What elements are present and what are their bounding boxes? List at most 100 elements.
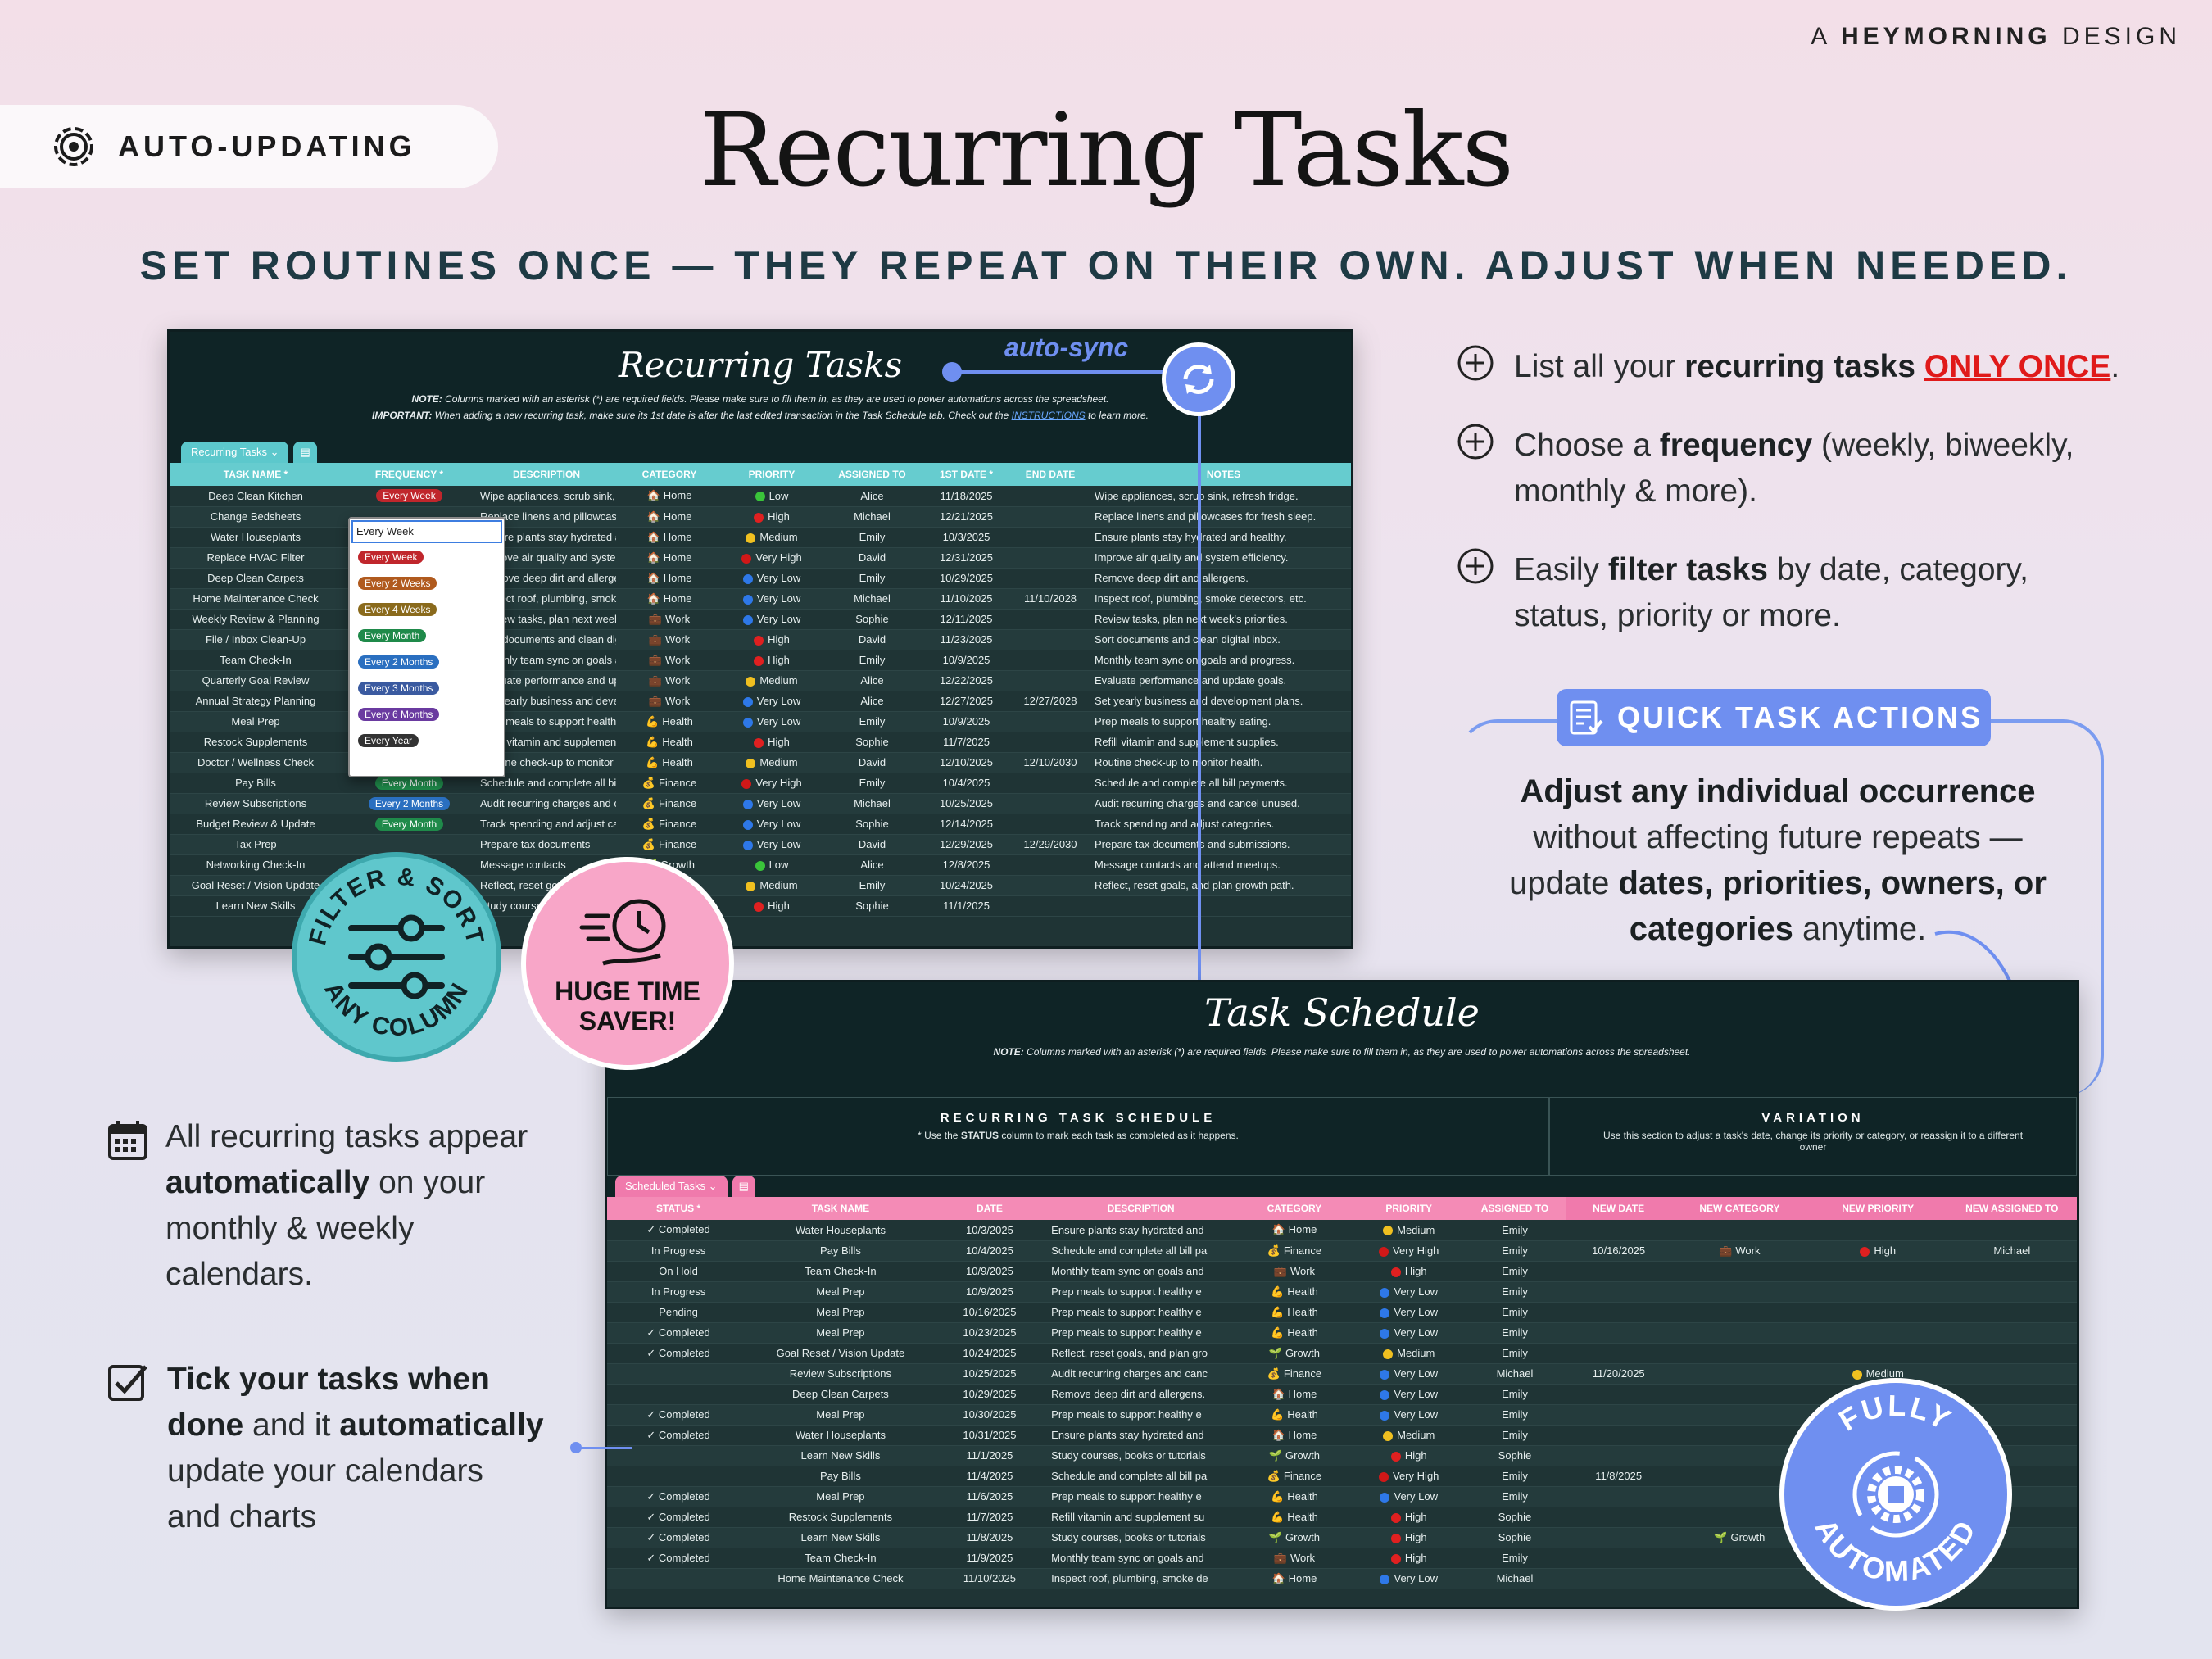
task-name-cell[interactable]: Team Check-In <box>170 650 342 671</box>
assigned-cell[interactable]: Emily <box>1462 1486 1567 1507</box>
priority-cell[interactable]: High <box>1354 1527 1463 1548</box>
task-name-cell[interactable]: Pay Bills <box>750 1240 931 1262</box>
priority-cell[interactable]: Low <box>723 486 821 507</box>
task-name-cell[interactable]: Deep Clean Kitchen <box>170 486 342 507</box>
category-cell[interactable]: 🏠 Home <box>616 547 723 569</box>
priority-cell[interactable]: Very Low <box>1354 1322 1463 1344</box>
column-header[interactable]: NEW DATE <box>1566 1197 1670 1220</box>
column-header[interactable]: CATEGORY <box>616 463 723 486</box>
assigned-cell[interactable]: Emily <box>1462 1322 1567 1344</box>
task-name-cell[interactable]: Replace HVAC Filter <box>170 547 342 569</box>
task-name-cell[interactable]: Tax Prep <box>170 834 342 855</box>
priority-cell[interactable]: High <box>1354 1445 1463 1466</box>
priority-cell[interactable]: Very Low <box>723 793 821 814</box>
end-date-cell[interactable]: 11/10/2028 <box>1009 588 1091 610</box>
frequency-option[interactable]: Every 4 Weeks <box>350 597 504 623</box>
notes-cell[interactable]: Ensure plants stay hydrated and healthy. <box>1091 527 1351 548</box>
category-cell[interactable]: 💪 Health <box>1234 1302 1355 1323</box>
priority-cell[interactable]: High <box>1354 1548 1463 1569</box>
assigned-cell[interactable]: Alice <box>821 670 923 691</box>
frequency-option[interactable]: Every Year <box>350 728 504 755</box>
first-date-cell[interactable]: 10/9/2025 <box>923 711 1009 732</box>
priority-cell[interactable]: Very High <box>1354 1240 1463 1262</box>
description-cell[interactable]: Schedule and complete all bill pa <box>1048 1466 1235 1487</box>
category-cell[interactable]: 💪 Health <box>1234 1404 1355 1426</box>
instructions-link[interactable]: INSTRUCTIONS <box>1012 410 1086 421</box>
first-date-cell[interactable]: 10/24/2025 <box>923 875 1009 896</box>
table-row[interactable]: Replace HVAC Filter Improve air quality a… <box>170 547 1351 569</box>
task-name-cell[interactable]: Pay Bills <box>750 1466 931 1487</box>
priority-cell[interactable]: Very Low <box>1354 1486 1463 1507</box>
first-date-cell[interactable]: 12/31/2025 <box>923 547 1009 569</box>
notes-cell[interactable]: Message contacts and attend meetups. <box>1091 854 1351 876</box>
table-row[interactable]: On Hold Team Check-In 10/9/2025 Monthly tea… <box>607 1261 2077 1282</box>
new-date-cell[interactable] <box>1566 1568 1670 1589</box>
table-row[interactable]: Weekly Review & Planning Review tasks, pl… <box>170 609 1351 630</box>
column-header[interactable]: NEW CATEGORY <box>1670 1197 1809 1220</box>
date-cell[interactable]: 10/4/2025 <box>931 1240 1049 1262</box>
assigned-cell[interactable]: Sophie <box>1462 1445 1567 1466</box>
date-cell[interactable]: 10/25/2025 <box>931 1363 1049 1385</box>
table-row[interactable]: File / Inbox Clean-Up Sort documents and … <box>170 629 1351 650</box>
category-cell[interactable]: 🏠 Home <box>1234 1568 1355 1589</box>
first-date-cell[interactable]: 10/29/2025 <box>923 568 1009 589</box>
status-cell[interactable]: ✓ Completed <box>607 1425 750 1446</box>
new-category-cell[interactable] <box>1670 1322 1809 1344</box>
new-date-cell[interactable] <box>1566 1507 1670 1528</box>
assigned-cell[interactable]: Emily <box>821 711 923 732</box>
priority-cell[interactable]: Very Low <box>723 814 821 835</box>
table-icon[interactable]: ▤ <box>732 1176 755 1197</box>
status-cell[interactable]: ✓ Completed <box>607 1527 750 1548</box>
description-cell[interactable]: Study courses, books or tutorials <box>1048 1527 1235 1548</box>
table-row[interactable]: Team Check-In Monthly team sync on goals … <box>170 650 1351 671</box>
assigned-cell[interactable]: Emily <box>1462 1548 1567 1569</box>
category-cell[interactable]: 🏠 Home <box>1234 1220 1355 1241</box>
status-cell[interactable]: ✓ Completed <box>607 1322 750 1344</box>
end-date-cell[interactable] <box>1009 711 1091 732</box>
assigned-cell[interactable]: Emily <box>1462 1404 1567 1426</box>
priority-cell[interactable]: High <box>723 650 821 671</box>
status-cell[interactable] <box>607 1363 750 1385</box>
task-name-cell[interactable]: Team Check-In <box>750 1548 931 1569</box>
date-cell[interactable]: 11/1/2025 <box>931 1445 1049 1466</box>
priority-cell[interactable]: Very High <box>723 773 821 794</box>
task-name-cell[interactable]: File / Inbox Clean-Up <box>170 629 342 650</box>
notes-cell[interactable]: Wipe appliances, scrub sink, refresh fri… <box>1091 486 1351 507</box>
category-cell[interactable]: 💼 Work <box>616 650 723 671</box>
frequency-option[interactable]: Every 2 Months <box>350 650 504 676</box>
priority-cell[interactable]: Medium <box>723 752 821 773</box>
task-name-cell[interactable]: Learn New Skills <box>750 1527 931 1548</box>
first-date-cell[interactable]: 12/8/2025 <box>923 854 1009 876</box>
new-assigned-cell[interactable] <box>1947 1261 2077 1282</box>
date-cell[interactable]: 11/9/2025 <box>931 1548 1049 1569</box>
status-cell[interactable]: Pending <box>607 1302 750 1323</box>
category-cell[interactable]: 💪 Health <box>616 711 723 732</box>
status-cell[interactable] <box>607 1384 750 1405</box>
category-cell[interactable]: 💰 Finance <box>1234 1466 1355 1487</box>
priority-cell[interactable]: Medium <box>1354 1425 1463 1446</box>
status-cell[interactable]: In Progress <box>607 1240 750 1262</box>
description-cell[interactable]: Monthly team sync on goals and <box>1048 1548 1235 1569</box>
new-assigned-cell[interactable] <box>1947 1343 2077 1364</box>
description-cell[interactable]: Refill vitamin and supplement su <box>1048 1507 1235 1528</box>
end-date-cell[interactable] <box>1009 486 1091 507</box>
end-date-cell[interactable] <box>1009 793 1091 814</box>
new-date-cell[interactable]: 11/20/2025 <box>1566 1363 1670 1385</box>
assigned-cell[interactable]: Emily <box>821 568 923 589</box>
priority-cell[interactable]: Very Low <box>1354 1363 1463 1385</box>
new-priority-cell[interactable] <box>1808 1220 1947 1241</box>
new-priority-cell[interactable] <box>1808 1343 1947 1364</box>
status-cell[interactable]: ✓ Completed <box>607 1548 750 1569</box>
table-icon[interactable]: ▤ <box>293 442 317 463</box>
assigned-cell[interactable]: Michael <box>1462 1363 1567 1385</box>
assigned-cell[interactable]: Emily <box>1462 1220 1567 1241</box>
first-date-cell[interactable]: 11/23/2025 <box>923 629 1009 650</box>
task-name-cell[interactable]: Restock Supplements <box>750 1507 931 1528</box>
column-header[interactable]: DATE <box>931 1197 1049 1220</box>
notes-cell[interactable]: Review tasks, plan next week's prioritie… <box>1091 609 1351 630</box>
assigned-cell[interactable]: Emily <box>1462 1343 1567 1364</box>
category-cell[interactable]: 💰 Finance <box>616 773 723 794</box>
notes-cell[interactable]: Routine check-up to monitor health. <box>1091 752 1351 773</box>
status-cell[interactable]: On Hold <box>607 1261 750 1282</box>
frequency-cell[interactable] <box>342 834 477 855</box>
